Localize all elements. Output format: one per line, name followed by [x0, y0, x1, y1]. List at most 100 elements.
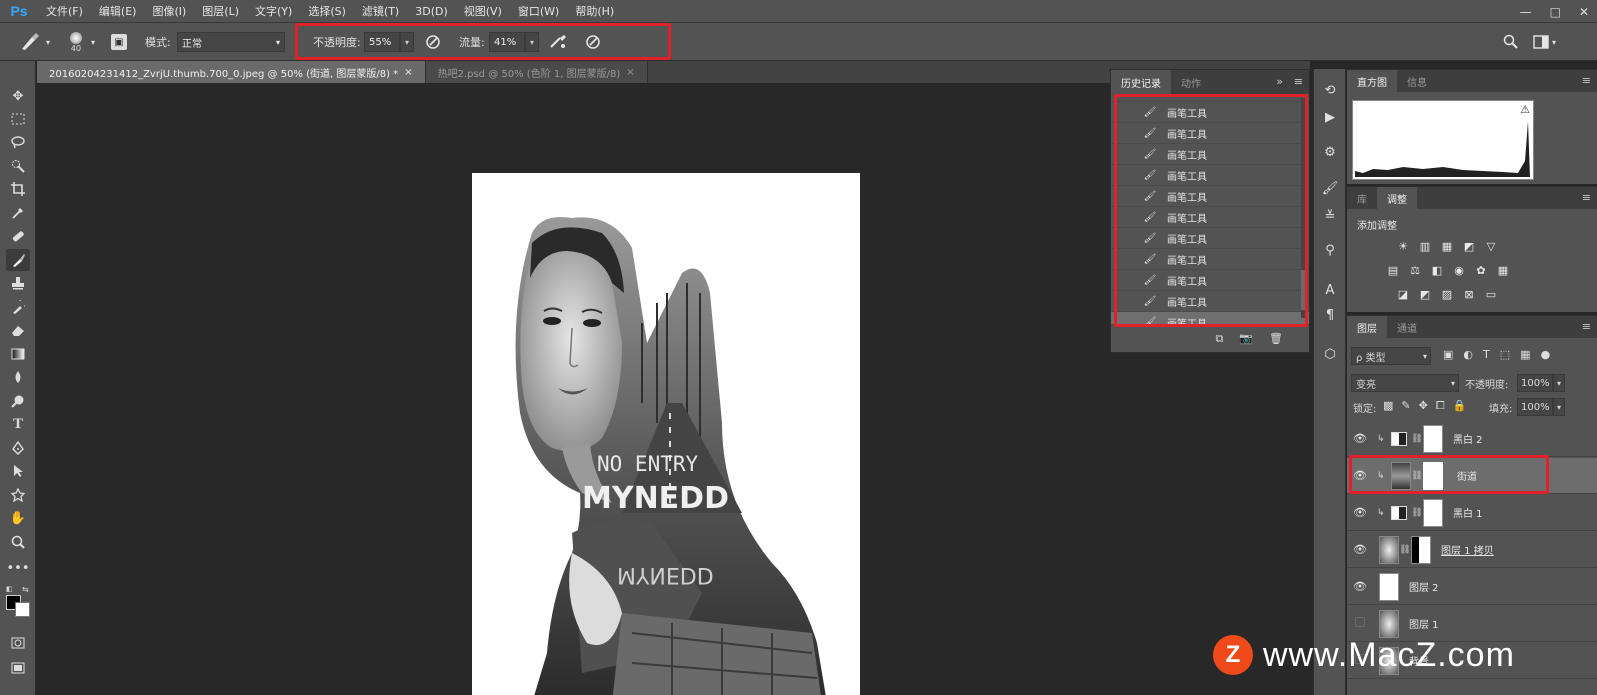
- lock-transparent-icon[interactable]: ▩: [1383, 399, 1393, 413]
- menu-type[interactable]: 文字(Y): [247, 3, 300, 19]
- layer-mask-thumbnail[interactable]: [1423, 461, 1443, 490]
- menu-help[interactable]: 帮助(H): [567, 3, 622, 19]
- brush-panel-toggle[interactable]: ▣: [111, 23, 127, 61]
- workspace-button[interactable]: ▾: [1533, 23, 1556, 61]
- history-item[interactable]: 🖌 画笔工具: [1111, 186, 1309, 207]
- tab-info[interactable]: 信息: [1397, 70, 1437, 92]
- eye-icon[interactable]: 👁: [1347, 543, 1373, 556]
- type-tool[interactable]: T: [6, 413, 30, 435]
- layer-mask-thumbnail[interactable]: [1411, 535, 1431, 564]
- flow-value[interactable]: 41%: [489, 32, 525, 52]
- layer-row[interactable]: 👁 图层 2: [1347, 569, 1597, 605]
- chevron-down-icon[interactable]: ▾: [1553, 398, 1565, 416]
- tab-history[interactable]: 历史记录: [1111, 70, 1171, 94]
- link-icon[interactable]: ⛓: [1411, 508, 1423, 518]
- hand-tool[interactable]: ✋: [6, 507, 30, 529]
- tab-adjustments[interactable]: 调整: [1377, 187, 1417, 209]
- lock-artboard-icon[interactable]: ⧠: [1436, 399, 1445, 413]
- marquee-tool[interactable]: [6, 108, 30, 130]
- eraser-tool[interactable]: [6, 319, 30, 341]
- default-colors-icon[interactable]: ◧: [6, 585, 14, 593]
- airbrush-button[interactable]: [548, 23, 568, 61]
- channel-mixer-icon[interactable]: ✿: [1473, 263, 1489, 277]
- chevron-down-icon[interactable]: ▾: [525, 32, 539, 52]
- history-item[interactable]: 🖌 画笔工具: [1111, 144, 1309, 165]
- history-item[interactable]: 🖌 画笔工具: [1111, 291, 1309, 312]
- screen-mode-button[interactable]: [6, 657, 30, 679]
- warning-icon[interactable]: ⚠: [1520, 103, 1530, 116]
- menu-image[interactable]: 图像(I): [144, 3, 194, 19]
- adjustment-filter-icon[interactable]: ◐: [1463, 348, 1473, 361]
- path-select-tool[interactable]: [6, 460, 30, 482]
- document-canvas[interactable]: NO ENTRY MYNEDD MYNEDD: [472, 173, 860, 695]
- character-icon[interactable]: A: [1319, 279, 1341, 301]
- dodge-tool[interactable]: [6, 390, 30, 412]
- paragraph-icon[interactable]: ¶: [1319, 304, 1341, 326]
- history-panel-icon[interactable]: ⟲: [1319, 79, 1341, 101]
- list-item[interactable]: [1111, 94, 1309, 102]
- curves-icon[interactable]: ▦: [1439, 239, 1455, 253]
- history-item[interactable]: 🖌 画笔工具: [1111, 249, 1309, 270]
- tab-channels[interactable]: 通道: [1387, 316, 1427, 338]
- mode-select[interactable]: 正常 ▾: [177, 23, 285, 61]
- lock-paint-icon[interactable]: ✎: [1401, 399, 1410, 413]
- collapse-icon[interactable]: »: [1276, 75, 1283, 88]
- flow-input[interactable]: 41% ▾: [489, 23, 539, 61]
- color-lookup-icon[interactable]: ▦: [1495, 263, 1511, 277]
- menu-edit[interactable]: 编辑(E): [91, 3, 145, 19]
- close-icon[interactable]: ×: [626, 67, 634, 78]
- image-filter-icon[interactable]: ▣: [1443, 348, 1453, 361]
- minimize-button[interactable]: —: [1520, 5, 1532, 19]
- fill-input[interactable]: 100%: [1517, 398, 1553, 416]
- threshold-icon[interactable]: ▨: [1439, 287, 1455, 301]
- lasso-tool[interactable]: [6, 131, 30, 153]
- blend-mode-select[interactable]: 变亮 ▾: [1351, 374, 1459, 392]
- close-button[interactable]: ✕: [1579, 5, 1589, 19]
- menu-view[interactable]: 视图(V): [456, 3, 510, 19]
- tab-histogram[interactable]: 直方图: [1347, 70, 1397, 92]
- blur-tool[interactable]: [6, 366, 30, 388]
- exposure-icon[interactable]: ◩: [1461, 239, 1477, 253]
- color-swatches[interactable]: ◧ ⇆: [6, 585, 32, 617]
- eye-icon[interactable]: 👁: [1347, 506, 1373, 519]
- selective-color-icon[interactable]: ⊠: [1461, 287, 1477, 301]
- scrollbar-thumb[interactable]: [1301, 270, 1307, 310]
- history-item-current[interactable]: 🖌 画笔工具: [1111, 312, 1309, 324]
- eye-icon[interactable]: 👁: [1347, 580, 1373, 593]
- tab-libraries[interactable]: 库: [1347, 187, 1377, 209]
- menu-file[interactable]: 文件(F): [38, 3, 91, 19]
- shape-tool[interactable]: [6, 484, 30, 506]
- pressure-opacity-button[interactable]: [424, 23, 442, 61]
- 3d-cube-icon[interactable]: ⬡: [1319, 343, 1341, 365]
- filter-toggle-icon[interactable]: ●: [1541, 348, 1551, 361]
- shape-filter-icon[interactable]: ⬚: [1500, 348, 1510, 361]
- panel-menu-icon[interactable]: ≡: [1294, 75, 1303, 88]
- camera-icon[interactable]: 📷: [1239, 332, 1253, 345]
- layer-thumbnail[interactable]: [1379, 572, 1399, 601]
- menu-layer[interactable]: 图层(L): [194, 3, 247, 19]
- eyedropper-tool[interactable]: [6, 202, 30, 224]
- link-icon[interactable]: ⛓: [1411, 471, 1423, 481]
- color-balance-icon[interactable]: ⚖: [1407, 263, 1423, 277]
- history-item[interactable]: 🖌 画笔工具: [1111, 102, 1309, 123]
- history-item[interactable]: 🖌 画笔工具: [1111, 123, 1309, 144]
- clone-source-icon[interactable]: ⚲: [1319, 239, 1341, 261]
- chevron-down-icon[interactable]: ▾: [400, 32, 414, 52]
- healing-brush-tool[interactable]: [6, 225, 30, 247]
- trash-icon[interactable]: 🗑: [1269, 332, 1283, 345]
- chevron-down-icon[interactable]: ▾: [1553, 374, 1565, 392]
- history-scrollbar[interactable]: [1301, 98, 1307, 318]
- actions-play-icon[interactable]: ▶: [1319, 106, 1341, 128]
- brightness-icon[interactable]: ☀: [1395, 239, 1411, 253]
- gradient-tool[interactable]: [6, 343, 30, 365]
- tab-document-2[interactable]: 热吧2.psd @ 50% (色阶 1, 图层蒙版/8) ×: [425, 61, 648, 83]
- search-button[interactable]: [1503, 23, 1519, 61]
- opacity-input[interactable]: 55% ▾: [364, 23, 414, 61]
- vibrance-icon[interactable]: ▽: [1483, 239, 1499, 253]
- crop-tool[interactable]: [6, 178, 30, 200]
- close-icon[interactable]: ×: [404, 67, 412, 78]
- layer-mask-thumbnail[interactable]: [1423, 498, 1443, 527]
- smart-object-filter-icon[interactable]: ▦: [1520, 348, 1530, 361]
- chevron-down-icon[interactable]: ▾: [91, 23, 95, 61]
- panel-menu-icon[interactable]: ≡: [1582, 320, 1591, 333]
